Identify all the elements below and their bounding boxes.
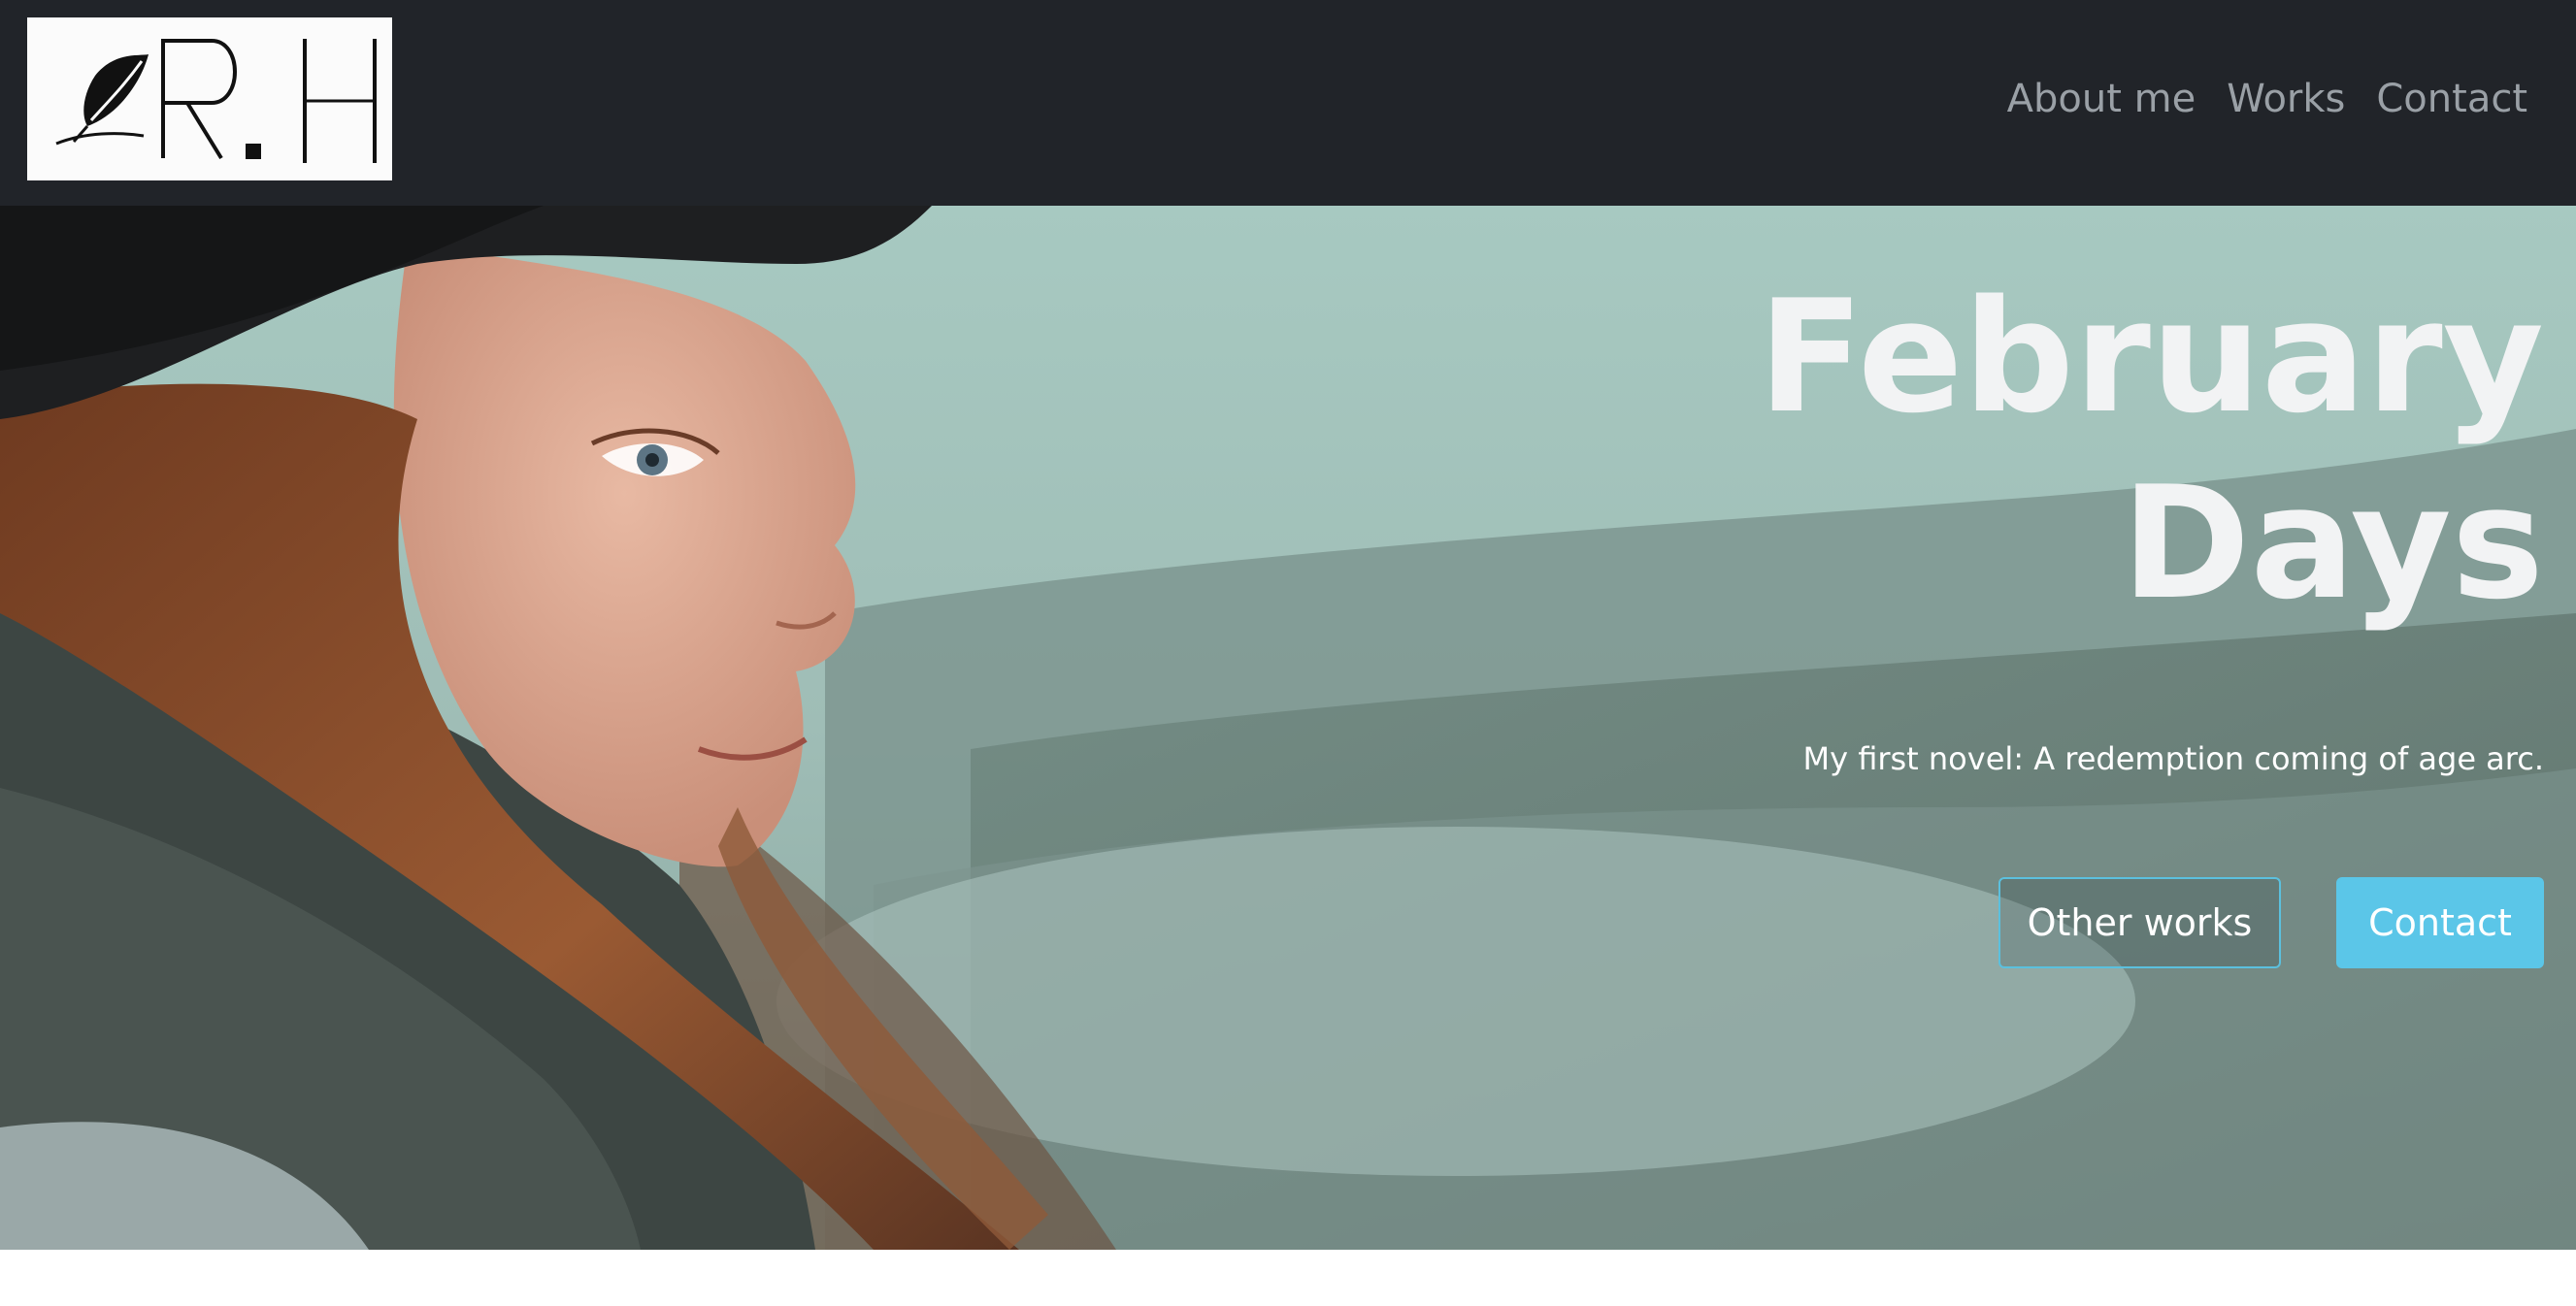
hero-title-line-2: Days: [2121, 452, 2544, 634]
top-navbar: About me Works Contact: [0, 0, 2576, 206]
nav-link-works[interactable]: Works: [2227, 77, 2345, 121]
hero-title: February Days: [1379, 264, 2544, 637]
nav-link-about[interactable]: About me: [2007, 77, 2196, 121]
contact-button[interactable]: Contact: [2336, 877, 2544, 968]
hero-title-line-1: February: [1758, 266, 2544, 447]
other-works-button[interactable]: Other works: [1998, 877, 2281, 968]
feather-logo-icon: [55, 39, 377, 163]
hero-subtitle: My first novel: A redemption coming of a…: [1802, 740, 2544, 777]
content-area-top: [0, 1250, 2576, 1306]
hero-section: February Days My first novel: A redempti…: [0, 206, 2576, 1250]
nav-link-contact[interactable]: Contact: [2376, 77, 2527, 121]
site-logo[interactable]: [27, 17, 392, 180]
nav-links: About me Works Contact: [2007, 70, 2527, 128]
